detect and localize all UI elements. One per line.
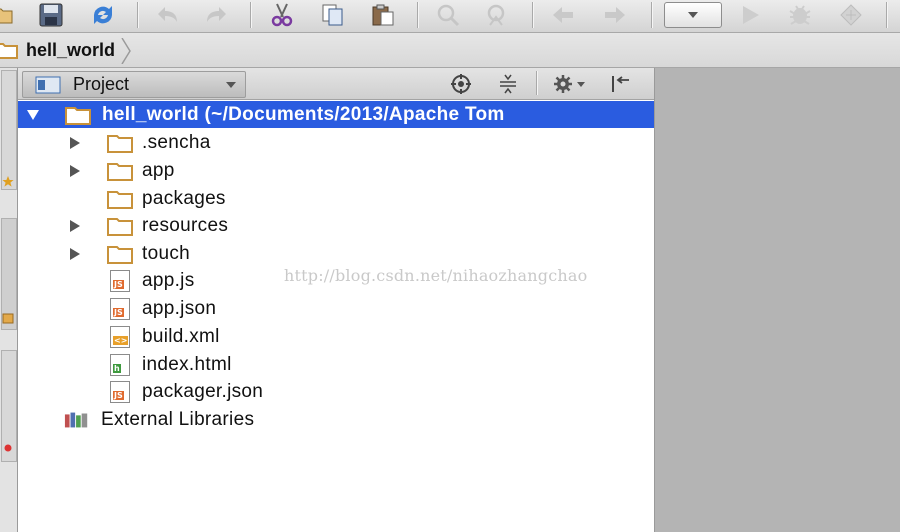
main-toolbar bbox=[0, 0, 900, 33]
tree-item-label: app.js bbox=[142, 269, 195, 291]
tree-row-root[interactable]: hell_world (~/Documents/2013/Apache Tom bbox=[18, 101, 654, 128]
folder-icon bbox=[107, 160, 133, 182]
folder-icon bbox=[107, 188, 133, 210]
collapsed-arrow-icon[interactable] bbox=[68, 247, 82, 261]
cut-icon[interactable] bbox=[267, 2, 297, 28]
tree-row-packages[interactable]: packages bbox=[18, 185, 654, 212]
tree-row-sencha[interactable]: .sencha bbox=[18, 129, 654, 156]
tree-row-app-json[interactable]: JS app.json bbox=[18, 295, 654, 322]
tree-row-external-libraries[interactable]: External Libraries bbox=[18, 406, 654, 433]
project-view-icon bbox=[35, 76, 61, 93]
tree-item-label: touch bbox=[142, 242, 190, 264]
tree-row-app[interactable]: app bbox=[18, 157, 654, 184]
breadcrumb[interactable]: hell_world bbox=[0, 33, 131, 67]
settings-gear-icon[interactable] bbox=[550, 72, 590, 96]
tree-item-label: app bbox=[142, 159, 175, 181]
tree-item-label: External Libraries bbox=[101, 408, 255, 430]
tree-row-touch[interactable]: touch bbox=[18, 240, 654, 267]
tree-row-index-html[interactable]: h index.html bbox=[18, 351, 654, 378]
open-icon[interactable] bbox=[0, 2, 18, 28]
tree-item-label: index.html bbox=[142, 353, 232, 375]
chevron-down-icon bbox=[688, 12, 698, 18]
debug-icon[interactable] bbox=[785, 2, 815, 28]
tree-item-label: packager.json bbox=[142, 380, 264, 402]
tree-item-label: hell_world bbox=[102, 103, 199, 125]
project-tool-window: Project hell_world (~/Documents/2013/Apa… bbox=[18, 68, 655, 532]
folder-icon bbox=[107, 215, 133, 237]
project-view-label: Project bbox=[73, 74, 130, 94]
tree-item-label: packages bbox=[142, 187, 226, 209]
folder-icon bbox=[107, 243, 133, 265]
build-icon[interactable] bbox=[836, 2, 866, 28]
javascript-file-icon: JS bbox=[107, 269, 133, 292]
folder-icon bbox=[107, 132, 133, 154]
scroll-from-source-icon[interactable] bbox=[448, 72, 474, 96]
xml-file-icon: <> bbox=[107, 325, 133, 348]
paste-icon[interactable] bbox=[368, 2, 398, 28]
run-icon[interactable] bbox=[735, 2, 765, 28]
project-panel-header: Project bbox=[18, 68, 654, 100]
project-view-dropdown[interactable]: Project bbox=[22, 71, 246, 98]
back-icon[interactable] bbox=[548, 2, 578, 28]
tree-item-path: (~/Documents/2013/Apache Tom bbox=[198, 103, 505, 125]
collapsed-arrow-icon[interactable] bbox=[68, 136, 82, 150]
undo-icon[interactable] bbox=[152, 2, 182, 28]
tool-tab-project[interactable] bbox=[1, 218, 17, 330]
run-configuration-dropdown[interactable] bbox=[664, 2, 722, 28]
javascript-file-icon: JS bbox=[107, 297, 133, 320]
folder-icon bbox=[0, 43, 18, 59]
navigation-bar: hell_world bbox=[0, 33, 900, 68]
save-icon[interactable] bbox=[36, 2, 66, 28]
tool-tab-structure[interactable] bbox=[1, 70, 17, 190]
folder-icon bbox=[65, 104, 91, 126]
tree-row-build-xml[interactable]: <> build.xml bbox=[18, 323, 654, 350]
javascript-file-icon: JS bbox=[107, 380, 133, 403]
tree-item-label: .sencha bbox=[142, 131, 211, 153]
copy-icon[interactable] bbox=[318, 2, 348, 28]
collapsed-arrow-icon[interactable] bbox=[68, 164, 82, 178]
hide-panel-icon[interactable] bbox=[608, 72, 634, 96]
favorite-star-icon bbox=[2, 176, 14, 187]
watermark: http://blog.csdn.net/nihaozhangchao bbox=[284, 266, 588, 285]
sync-icon[interactable] bbox=[88, 2, 118, 28]
library-icon bbox=[64, 409, 90, 431]
breadcrumb-label: hell_world bbox=[26, 39, 116, 60]
chevron-down-icon bbox=[226, 82, 236, 88]
tool-tab-favorites[interactable] bbox=[1, 350, 17, 462]
project-tab-icon bbox=[2, 313, 14, 324]
collapsed-arrow-icon[interactable] bbox=[68, 219, 82, 233]
tool-window-strip bbox=[0, 68, 18, 532]
html-file-icon: h bbox=[107, 353, 133, 376]
breadcrumb-separator-icon bbox=[121, 38, 131, 64]
find-icon[interactable] bbox=[433, 2, 463, 28]
pin-icon bbox=[4, 444, 12, 452]
editor-area bbox=[655, 68, 900, 532]
redo-icon[interactable] bbox=[202, 2, 232, 28]
replace-icon[interactable] bbox=[482, 2, 512, 28]
expanded-arrow-icon[interactable] bbox=[26, 108, 40, 122]
tree-row-resources[interactable]: resources bbox=[18, 212, 654, 239]
tree-item-label: build.xml bbox=[142, 325, 220, 347]
tree-item-label: resources bbox=[142, 214, 229, 236]
forward-icon[interactable] bbox=[600, 2, 630, 28]
collapse-all-icon[interactable] bbox=[495, 72, 521, 96]
tree-item-label: app.json bbox=[142, 297, 217, 319]
tree-row-packager-json[interactable]: JS packager.json bbox=[18, 378, 654, 405]
